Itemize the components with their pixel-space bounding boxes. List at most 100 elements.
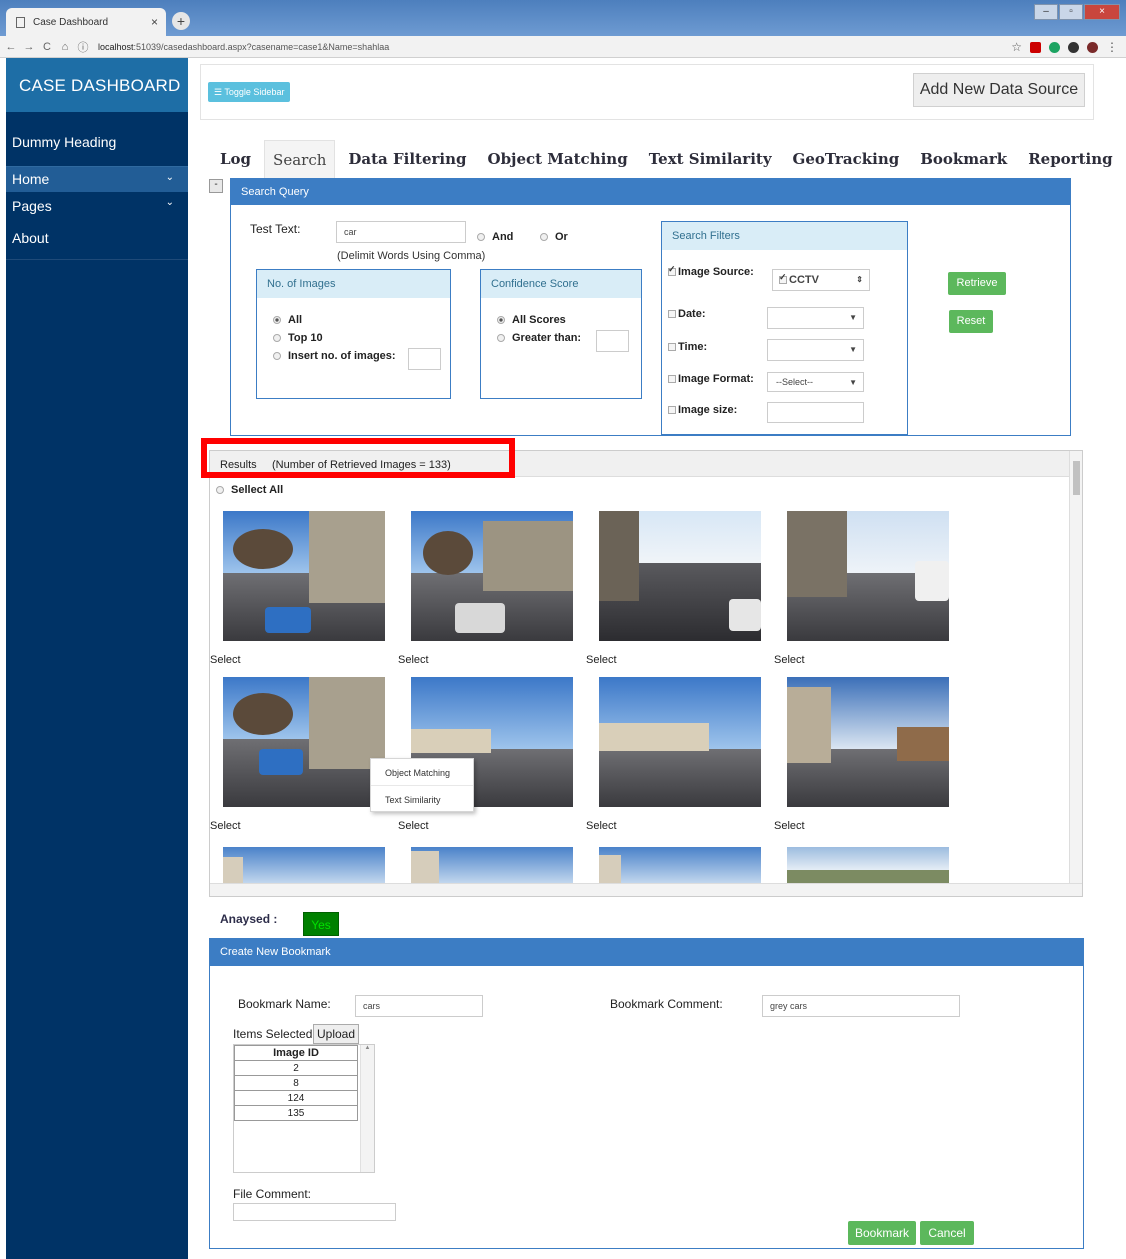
bookmark-comment-input[interactable]: grey cars <box>762 995 960 1017</box>
bookmark-button[interactable]: Bookmark <box>848 1221 916 1245</box>
photo-car <box>265 607 311 633</box>
table-row[interactable]: 2 <box>234 1060 358 1076</box>
maximize-button[interactable]: ▫ <box>1059 4 1083 20</box>
select-label[interactable]: Select <box>398 654 429 666</box>
result-image[interactable] <box>599 677 761 807</box>
search-filters-title: Search Filters <box>662 222 907 250</box>
table-row[interactable]: 135 <box>234 1105 358 1121</box>
tab-geotracking[interactable]: GeoTracking <box>785 140 908 178</box>
sidebar-heading: Dummy Heading <box>12 134 117 150</box>
image-source-select[interactable]: CCTV ⇕ <box>772 269 870 291</box>
image-source-checkbox[interactable]: Image Source: <box>668 264 754 278</box>
url-field[interactable]: localhost:51039/casedashboard.aspx?casen… <box>98 42 389 52</box>
new-tab-button[interactable]: + <box>172 12 190 30</box>
add-data-source-button[interactable]: Add New Data Source <box>913 73 1085 107</box>
retrieve-button[interactable]: Retrieve <box>948 272 1006 295</box>
table-scrollbar[interactable]: ▲ <box>360 1045 374 1172</box>
sidebar-brand[interactable]: CASE DASHBOARD <box>6 58 188 112</box>
result-image[interactable] <box>223 677 385 807</box>
bookmark-name-input[interactable]: cars <box>355 995 483 1017</box>
results-horizontal-scrollbar[interactable] <box>210 883 1082 896</box>
home-icon[interactable]: ⌂ <box>58 41 72 53</box>
extension-icon[interactable] <box>1068 41 1079 53</box>
window-close-button[interactable]: × <box>1084 4 1120 20</box>
result-image[interactable] <box>599 511 761 641</box>
num-images-input[interactable] <box>408 348 441 370</box>
select-label[interactable]: Select <box>398 820 429 832</box>
time-select[interactable]: ▼ <box>767 339 864 361</box>
tab-log[interactable]: Log <box>212 140 259 178</box>
sidebar-item-about[interactable]: About <box>6 230 188 260</box>
tab-close-icon[interactable]: × <box>151 15 158 29</box>
confidence-input[interactable] <box>596 330 629 352</box>
sidebar-item-pages[interactable]: Pages ⌄ <box>6 192 188 220</box>
tab-text-similarity[interactable]: Text Similarity <box>641 140 780 178</box>
file-comment-input[interactable] <box>233 1203 396 1221</box>
forward-icon[interactable]: → <box>22 41 36 53</box>
radio-icon <box>540 233 548 242</box>
image-format-checkbox[interactable]: Image Format: <box>668 373 754 385</box>
test-text-input[interactable]: car <box>336 221 466 243</box>
analysed-yes-badge[interactable]: Yes <box>303 912 339 936</box>
select-label[interactable]: Select <box>210 820 241 832</box>
result-image[interactable] <box>411 511 573 641</box>
image-format-select[interactable]: --Select-- ▼ <box>767 372 864 392</box>
tab-object-matching[interactable]: Object Matching <box>480 140 636 178</box>
extension-icon[interactable] <box>1030 41 1041 53</box>
browser-menu-icon[interactable]: ⋮ <box>1106 40 1118 54</box>
radio-all-scores[interactable]: All Scores <box>497 314 566 326</box>
collapse-button[interactable]: - <box>209 179 223 193</box>
result-image[interactable] <box>787 511 949 641</box>
back-icon[interactable]: ← <box>4 41 18 53</box>
reset-button[interactable]: Reset <box>949 310 993 333</box>
results-vertical-scrollbar[interactable] <box>1069 451 1082 885</box>
context-menu-object-matching[interactable]: Object Matching <box>371 759 473 786</box>
upload-button[interactable]: Upload <box>313 1024 359 1044</box>
radio-all[interactable]: All <box>273 314 302 326</box>
minimize-button[interactable]: – <box>1034 4 1058 20</box>
result-image[interactable] <box>223 511 385 641</box>
date-checkbox[interactable]: Date: <box>668 308 706 320</box>
info-icon[interactable]: ⓘ <box>76 39 90 55</box>
result-image[interactable] <box>223 847 385 885</box>
sidebar-item-home[interactable]: Home ⌄ <box>6 166 188 192</box>
result-image[interactable] <box>787 677 949 807</box>
photo-car <box>455 603 505 633</box>
radio-insert-number[interactable]: Insert no. of images: <box>273 350 396 362</box>
tab-data-filtering[interactable]: Data Filtering <box>340 140 474 178</box>
highlight-annotation-box <box>201 438 515 478</box>
cancel-button[interactable]: Cancel <box>920 1221 974 1245</box>
tab-reporting[interactable]: Reporting <box>1020 140 1120 178</box>
select-label[interactable]: Select <box>586 654 617 666</box>
table-row[interactable]: 124 <box>234 1090 358 1106</box>
url-host: localhost <box>98 41 134 52</box>
image-size-input[interactable] <box>767 402 864 423</box>
select-label[interactable]: Select <box>210 654 241 666</box>
image-size-checkbox[interactable]: Image size: <box>668 404 737 416</box>
time-checkbox[interactable]: Time: <box>668 341 707 353</box>
or-radio[interactable]: Or <box>540 231 568 243</box>
select-label[interactable]: Select <box>774 820 805 832</box>
select-label[interactable]: Select <box>774 654 805 666</box>
extension-icon[interactable] <box>1049 41 1060 53</box>
chevron-down-icon: ⌄ <box>165 172 174 183</box>
toggle-sidebar-button[interactable]: ☰ Toggle Sidebar <box>208 82 291 102</box>
result-image[interactable] <box>787 847 949 885</box>
radio-top10[interactable]: Top 10 <box>273 332 323 344</box>
reload-icon[interactable]: C <box>40 41 54 53</box>
profile-avatar[interactable] <box>1087 41 1098 53</box>
select-label[interactable]: Select <box>586 820 617 832</box>
browser-tab[interactable]: Case Dashboard × <box>6 8 166 36</box>
scrollbar-thumb[interactable] <box>1073 461 1080 495</box>
date-select[interactable]: ▼ <box>767 307 864 329</box>
and-radio[interactable]: And <box>477 231 513 243</box>
table-row[interactable]: 8 <box>234 1075 358 1091</box>
select-all-radio[interactable]: Sellect All <box>216 484 283 496</box>
context-menu-text-similarity[interactable]: Text Similarity <box>371 786 473 813</box>
bookmark-star-icon[interactable]: ☆ <box>1011 40 1022 54</box>
radio-greater-than[interactable]: Greater than: <box>497 332 581 344</box>
result-image[interactable] <box>599 847 761 885</box>
result-image[interactable] <box>411 847 573 885</box>
tab-bookmark[interactable]: Bookmark <box>912 140 1015 178</box>
tab-search[interactable]: Search <box>264 140 336 178</box>
